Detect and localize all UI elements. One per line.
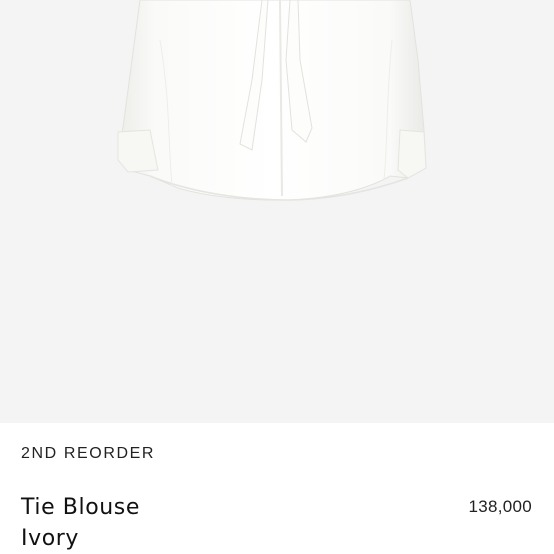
- product-image[interactable]: [0, 0, 554, 423]
- product-price: 138,000: [468, 497, 532, 516]
- right-cuff: [397, 129, 427, 179]
- product-color: Ivory: [21, 526, 80, 551]
- blouse-body: [117, 0, 427, 201]
- product-name[interactable]: Tie Blouse: [21, 492, 140, 524]
- product-info-panel: 2ND REORDER Tie Blouse Ivory 138,000: [0, 423, 554, 554]
- blouse-illustration: [117, 0, 427, 201]
- product-page: 2ND REORDER Tie Blouse Ivory 138,000: [0, 0, 554, 554]
- collection-label: 2ND REORDER: [21, 445, 156, 462]
